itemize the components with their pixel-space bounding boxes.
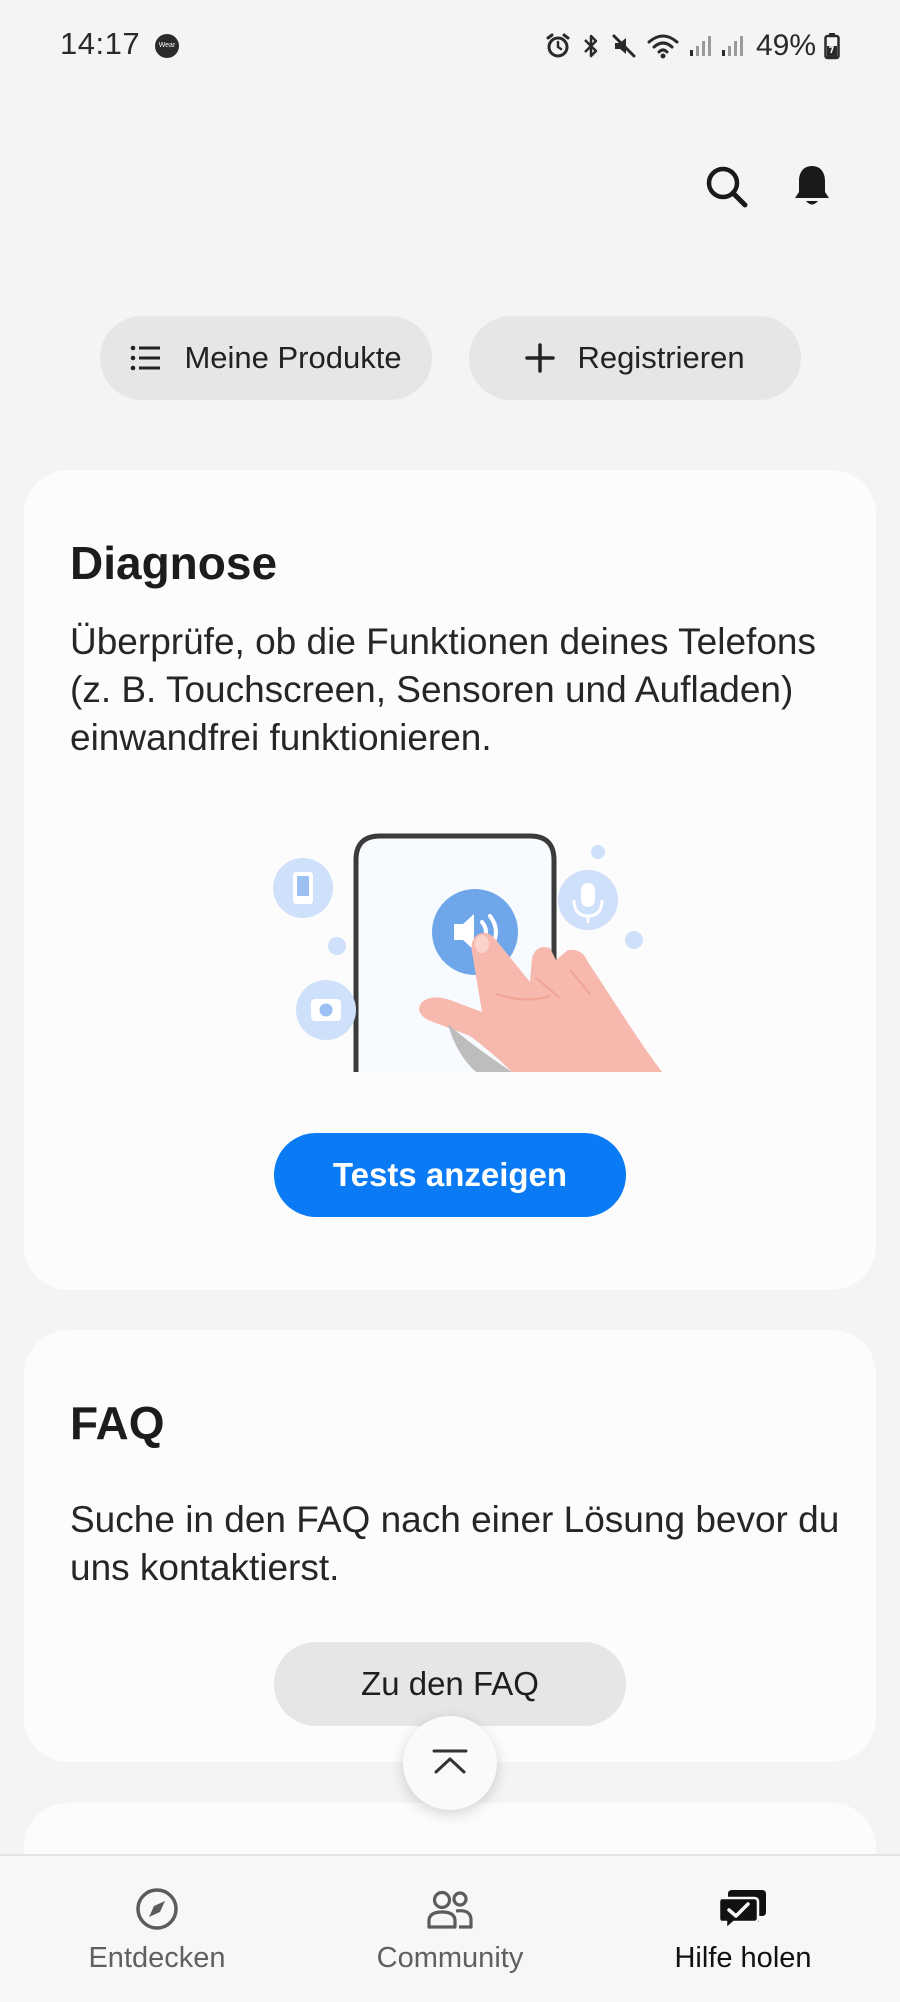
nav-item-community[interactable]: Community (300, 1856, 600, 2002)
search-button[interactable] (700, 160, 752, 212)
nav-label-discover: Entdecken (88, 1942, 226, 1974)
microphone-icon (558, 870, 618, 930)
compass-icon (136, 1888, 178, 1930)
status-bar: 14:17 Wear 49% (0, 0, 900, 92)
go-to-faq-button[interactable]: Zu den FAQ (274, 1642, 626, 1726)
wifi-icon (647, 34, 679, 59)
bell-icon (795, 166, 829, 205)
nav-label-get-help: Hilfe holen (674, 1942, 812, 1974)
faq-title: FAQ (70, 1397, 165, 1449)
camera-icon (296, 980, 356, 1040)
bluetooth-icon (584, 34, 598, 58)
diagnosis-card: Diagnose Überprüfe, ob die Funktionen de… (24, 470, 876, 1290)
plus-icon (525, 343, 556, 373)
nav-label-community: Community (376, 1942, 524, 1974)
diagnosis-title: Diagnose (70, 537, 278, 589)
register-button[interactable]: Registrieren (469, 316, 801, 400)
scroll-to-top-button[interactable] (403, 1716, 497, 1810)
my-products-label: Meine Produkte (184, 340, 402, 375)
nav-item-get-help[interactable]: Hilfe holen (593, 1856, 893, 2002)
wear-badge: Wear (155, 34, 179, 58)
battery-percentage: 49% (755, 29, 816, 62)
battery-icon (824, 33, 840, 60)
show-tests-button[interactable]: Tests anzeigen (274, 1133, 626, 1217)
register-label: Registrieren (577, 340, 745, 375)
bottom-navigation: Entdecken Community Hilfe holen (0, 1854, 900, 2002)
faq-description: Suche in den FAQ nach einer Lösung bevor… (70, 1499, 840, 1588)
alarm-icon (546, 33, 570, 58)
status-icons: 49% (544, 26, 840, 66)
chevron-up-icon (432, 1749, 468, 1774)
notifications-button[interactable] (786, 160, 838, 212)
signal-icon (689, 36, 711, 56)
diagnosis-description: Überprüfe, ob die Funktionen deines Tele… (70, 621, 816, 758)
status-time: 14:17 (60, 26, 141, 61)
nav-item-discover[interactable]: Entdecken (7, 1856, 307, 2002)
phone-icon (273, 858, 333, 918)
my-products-button[interactable]: Meine Produkte (100, 316, 432, 400)
list-icon (131, 345, 161, 371)
search-icon (706, 166, 748, 208)
faq-card: FAQ Suche in den FAQ nach einer Lösung b… (24, 1330, 876, 1762)
mute-icon (612, 34, 636, 58)
signal-icon (721, 36, 743, 56)
chat-check-icon (718, 1890, 766, 1932)
diagnosis-illustration (273, 833, 662, 1072)
people-icon (427, 1890, 473, 1929)
